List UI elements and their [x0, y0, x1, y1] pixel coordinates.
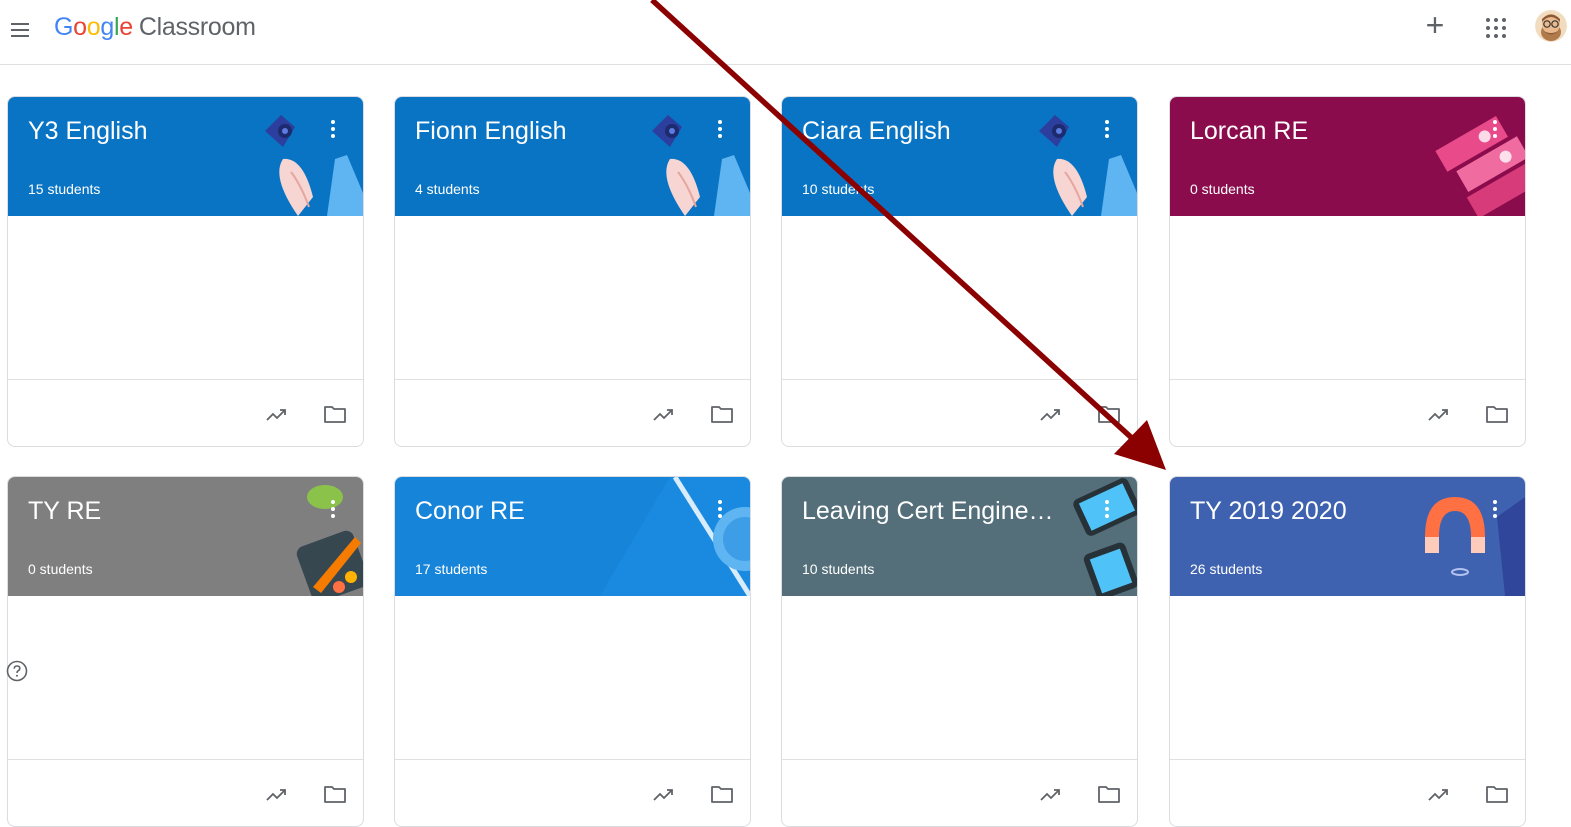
- student-count: 15 students: [28, 181, 101, 197]
- top-app-bar: Google Classroom +: [0, 0, 1571, 65]
- avatar-icon: [1535, 10, 1567, 42]
- trending-up-icon[interactable]: [263, 780, 291, 808]
- class-card-footer: [395, 759, 750, 826]
- class-card[interactable]: Ciara English 10 students: [781, 96, 1138, 447]
- class-card-footer: [782, 759, 1137, 826]
- menu-icon: [11, 23, 29, 25]
- folder-icon[interactable]: [708, 400, 736, 428]
- class-title[interactable]: TY RE: [28, 497, 101, 526]
- menu-icon-bar: [11, 29, 29, 31]
- more-options-icon[interactable]: [325, 117, 341, 145]
- class-card[interactable]: TY 2019 2020 26 students: [1169, 476, 1526, 827]
- student-count: 26 students: [1190, 561, 1263, 577]
- more-options-icon[interactable]: [1099, 497, 1115, 525]
- class-card[interactable]: Leaving Cert Enginee... 10 students: [781, 476, 1138, 827]
- student-count: 10 students: [802, 181, 875, 197]
- class-title[interactable]: Fionn English: [415, 117, 566, 146]
- google-classroom-logo[interactable]: Google Classroom: [54, 13, 256, 42]
- trending-up-icon[interactable]: [650, 780, 678, 808]
- class-card-footer: [8, 379, 363, 446]
- class-card-header[interactable]: Y3 English 15 students: [8, 97, 363, 216]
- class-card[interactable]: Lorcan RE 0 students: [1169, 96, 1526, 447]
- class-card-header[interactable]: TY 2019 2020 26 students: [1170, 477, 1525, 596]
- logo-letter: g: [100, 13, 114, 41]
- class-card-footer: [8, 759, 363, 826]
- google-apps-button[interactable]: [1484, 16, 1508, 40]
- class-card[interactable]: TY RE 0 students: [7, 476, 364, 827]
- class-card-footer: [395, 379, 750, 446]
- product-name: Classroom: [138, 13, 256, 41]
- class-title[interactable]: Leaving Cert Enginee...: [802, 497, 1062, 526]
- folder-icon[interactable]: [1483, 780, 1511, 808]
- logo-letter: o: [73, 13, 87, 41]
- class-card-header[interactable]: Ciara English 10 students: [782, 97, 1137, 216]
- class-card-header[interactable]: Conor RE 17 students: [395, 477, 750, 596]
- class-card-footer: [782, 379, 1137, 446]
- trending-up-icon[interactable]: [263, 400, 291, 428]
- more-options-icon[interactable]: [1487, 117, 1503, 145]
- class-card[interactable]: Y3 English 15 students: [7, 96, 364, 447]
- folder-icon[interactable]: [321, 400, 349, 428]
- trending-up-icon[interactable]: [1425, 400, 1453, 428]
- student-count: 4 students: [415, 181, 480, 197]
- folder-icon[interactable]: [1095, 780, 1123, 808]
- class-title[interactable]: Y3 English: [28, 117, 148, 146]
- more-options-icon[interactable]: [712, 497, 728, 525]
- student-count: 0 students: [1190, 181, 1255, 197]
- logo-letter: e: [119, 13, 133, 41]
- class-card-footer: [1170, 379, 1525, 446]
- folder-icon[interactable]: [1095, 400, 1123, 428]
- more-options-icon[interactable]: [712, 117, 728, 145]
- help-icon[interactable]: [6, 660, 28, 682]
- class-card-footer: [1170, 759, 1525, 826]
- folder-icon[interactable]: [321, 780, 349, 808]
- class-card-header[interactable]: Lorcan RE 0 students: [1170, 97, 1525, 216]
- trending-up-icon[interactable]: [1425, 780, 1453, 808]
- logo-letter: o: [86, 13, 101, 41]
- class-title[interactable]: Conor RE: [415, 497, 525, 526]
- class-card-header[interactable]: Leaving Cert Enginee... 10 students: [782, 477, 1137, 596]
- class-title[interactable]: Ciara English: [802, 117, 951, 146]
- more-options-icon[interactable]: [1487, 497, 1503, 525]
- logo-letter: G: [54, 13, 74, 41]
- more-options-icon[interactable]: [325, 497, 341, 525]
- add-class-button[interactable]: +: [1421, 9, 1449, 41]
- class-title[interactable]: Lorcan RE: [1190, 117, 1308, 146]
- main-menu-button[interactable]: [8, 16, 36, 44]
- trending-up-icon[interactable]: [1037, 780, 1065, 808]
- class-card-header[interactable]: Fionn English 4 students: [395, 97, 750, 216]
- account-avatar[interactable]: [1535, 10, 1567, 42]
- student-count: 17 students: [415, 561, 488, 577]
- class-card-header[interactable]: TY RE 0 students: [8, 477, 363, 596]
- class-card[interactable]: Fionn English 4 students: [394, 96, 751, 447]
- more-options-icon[interactable]: [1099, 117, 1115, 145]
- class-card[interactable]: Conor RE 17 students: [394, 476, 751, 827]
- folder-icon[interactable]: [1483, 400, 1511, 428]
- student-count: 10 students: [802, 561, 875, 577]
- folder-icon[interactable]: [708, 780, 736, 808]
- trending-up-icon[interactable]: [1037, 400, 1065, 428]
- menu-icon-bar: [11, 35, 29, 37]
- class-title[interactable]: TY 2019 2020: [1190, 497, 1347, 526]
- student-count: 0 students: [28, 561, 93, 577]
- trending-up-icon[interactable]: [650, 400, 678, 428]
